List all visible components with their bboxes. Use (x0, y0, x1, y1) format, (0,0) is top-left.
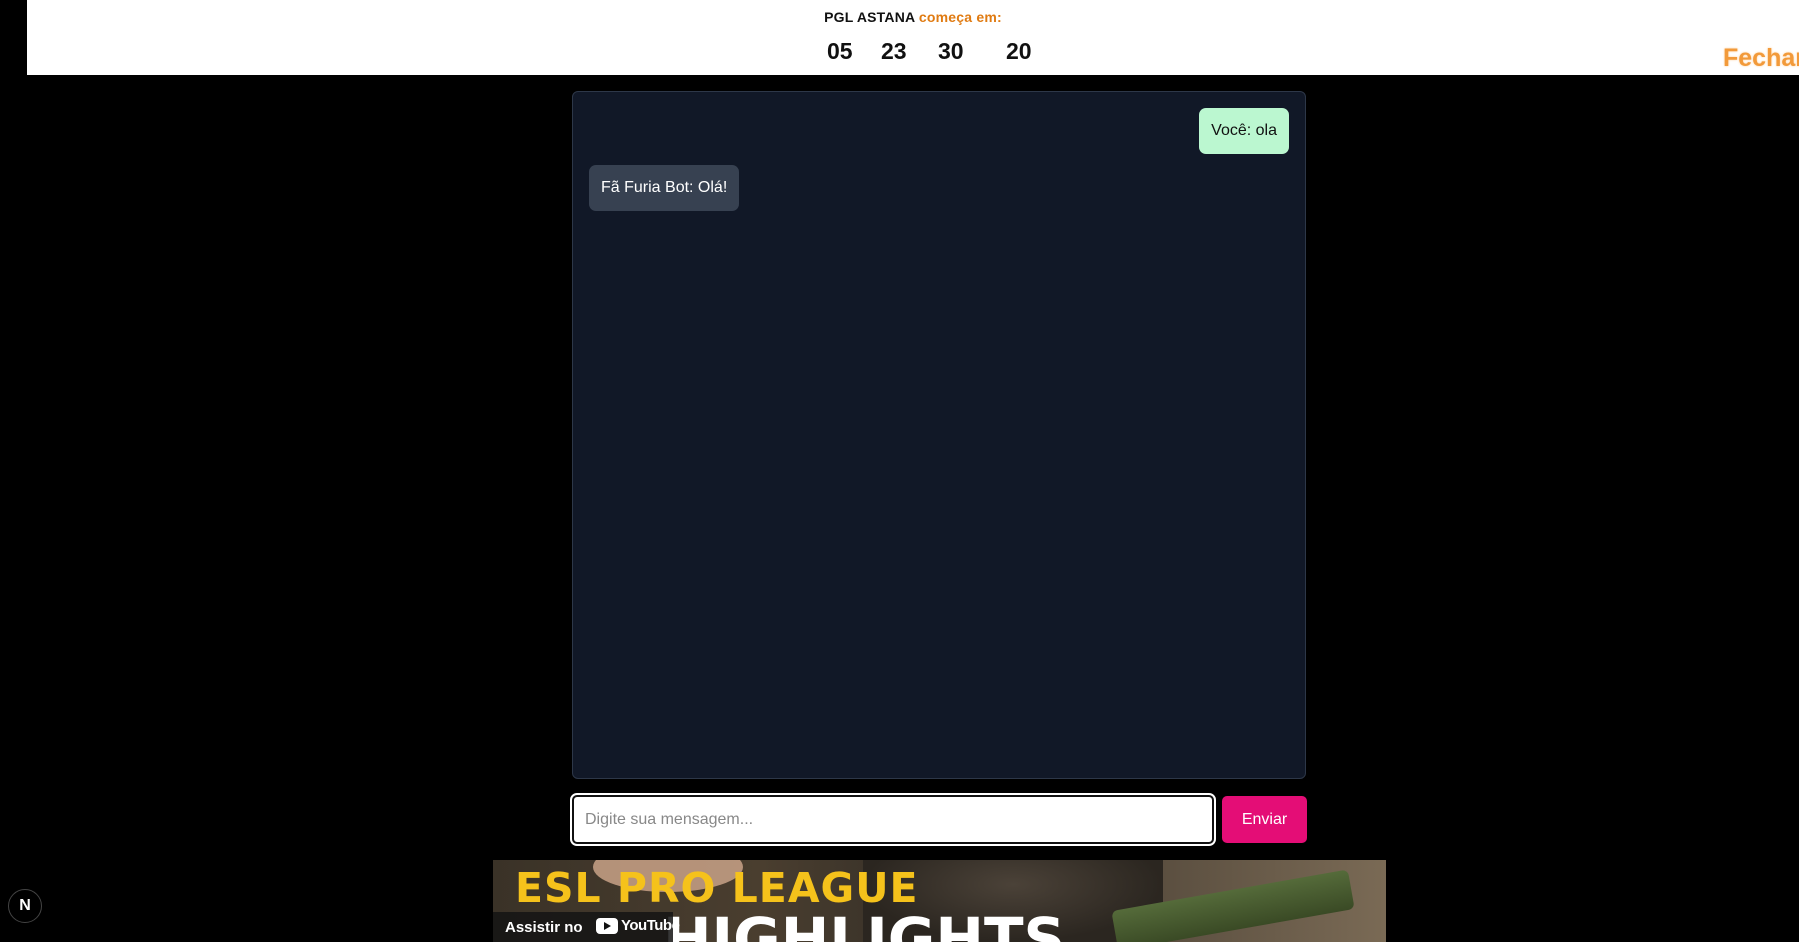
countdown-hours: 23 (881, 38, 907, 64)
chat-message-bot: Fã Furia Bot: Olá! (589, 165, 740, 211)
youtube-wordmark: YouTube (621, 917, 680, 934)
banner-title: ESL PRO LEAGUE (515, 864, 919, 912)
youtube-logo: YouTube (596, 917, 680, 934)
youtube-play-icon (596, 917, 618, 934)
send-button[interactable]: Enviar (1222, 796, 1307, 843)
chat-message-user: Você: ola (1199, 108, 1289, 154)
message-composer: Enviar (570, 793, 1307, 846)
event-title: PGL ASTANA começa em: (27, 9, 1799, 25)
countdown-timer: 05 23 30 20 (27, 38, 1799, 66)
countdown-days: 05 (827, 38, 853, 64)
nextjs-dev-indicator[interactable]: N (8, 889, 42, 923)
close-button[interactable]: Fechar (1723, 44, 1799, 73)
countdown-header: PGL ASTANA começa em: 05 23 30 20 Fechar (27, 0, 1799, 75)
watch-label: Assistir no (505, 919, 583, 936)
countdown-minutes: 30 (938, 38, 964, 64)
event-name: PGL ASTANA (824, 9, 915, 25)
event-starts-in: começa em: (918, 9, 1002, 25)
countdown-seconds: 20 (1006, 38, 1032, 64)
highlights-banner[interactable]: ESL PRO LEAGUE HIGHLIGHTS Assistir no Yo… (493, 860, 1386, 942)
youtube-watch-badge[interactable]: Assistir no YouTube (493, 912, 680, 942)
banner-subtitle: HIGHLIGHTS (663, 905, 1066, 942)
chat-panel: Você: ola Fã Furia Bot: Olá! (572, 91, 1306, 779)
message-input[interactable] (570, 793, 1216, 846)
